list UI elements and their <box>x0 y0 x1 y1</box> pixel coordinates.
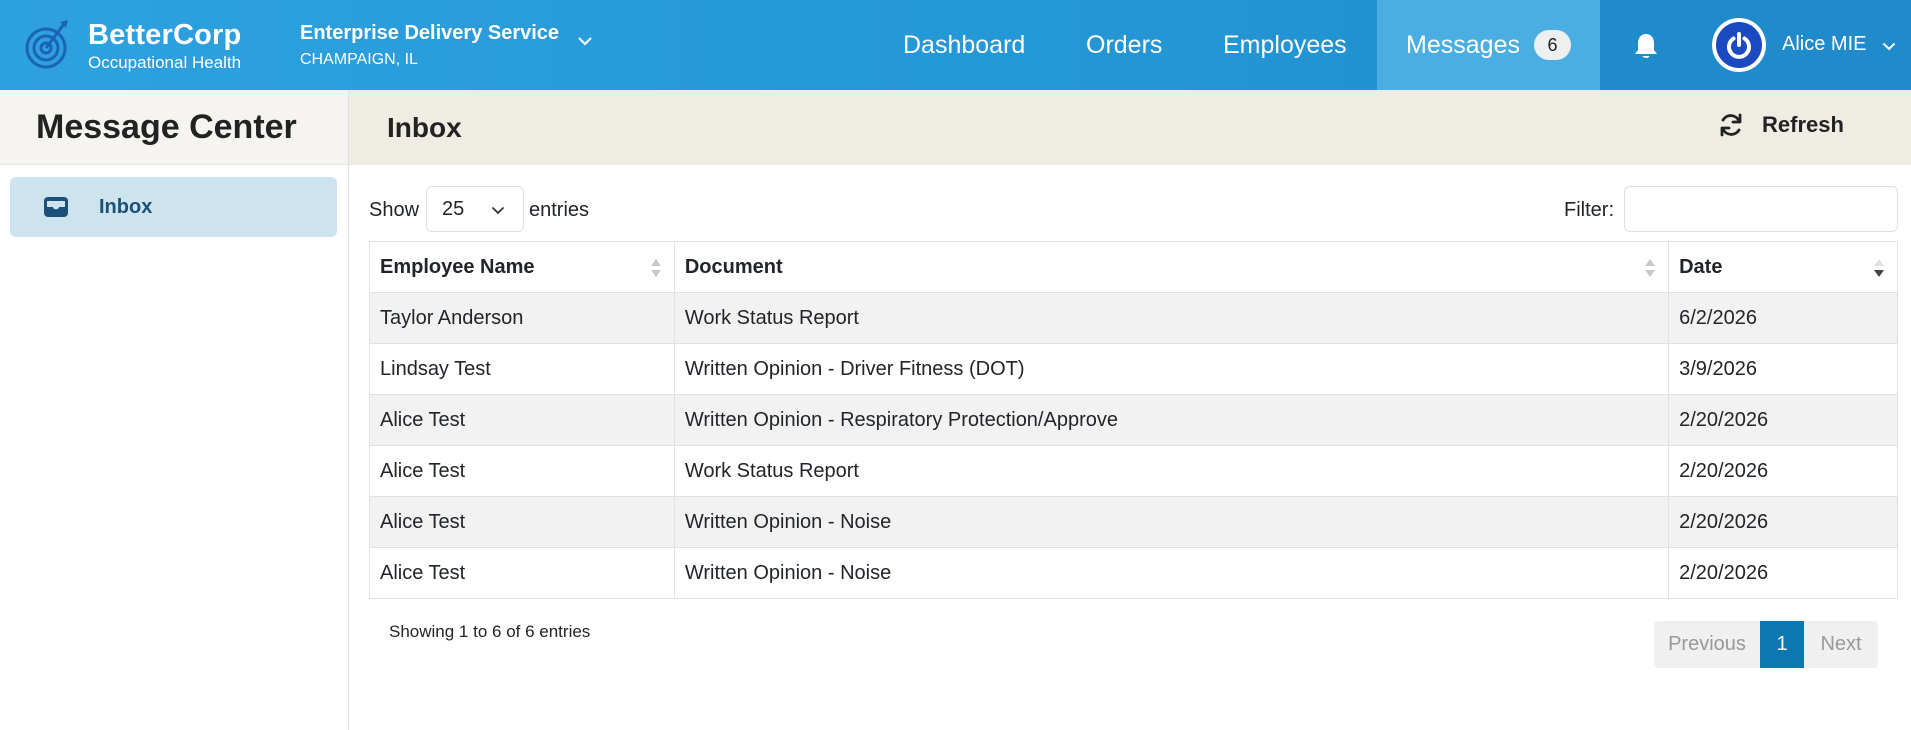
table-controls: Show 25 entries Filter: <box>369 186 1898 232</box>
cell-date: 2/20/2026 <box>1668 394 1898 446</box>
page-length-value: 25 <box>442 197 465 220</box>
entries-label: entries <box>529 199 590 221</box>
pagination-next-button[interactable]: Next <box>1804 621 1878 668</box>
nav-employees[interactable]: Employees <box>1223 0 1347 90</box>
nav-employees-label: Employees <box>1223 30 1347 59</box>
column-header-label: Document <box>684 255 783 278</box>
cell-employee-name: Alice Test <box>369 394 675 446</box>
inbox-icon <box>44 197 68 217</box>
table-row[interactable]: Alice Test Written Opinion - Noise 2/20/… <box>369 496 1898 548</box>
nav-dashboard-label: Dashboard <box>903 30 1026 59</box>
top-navbar: BetterCorp Occupational Health Enterpris… <box>0 0 1911 90</box>
table-row[interactable]: Alice Test Work Status Report 2/20/2026 <box>369 445 1898 497</box>
table-row[interactable]: Lindsay Test Written Opinion - Driver Fi… <box>369 343 1898 395</box>
sidebar-item-inbox[interactable]: Inbox <box>10 177 337 237</box>
column-header-label: Date <box>1679 255 1723 278</box>
cell-date: 3/9/2026 <box>1668 343 1898 395</box>
pagination-previous-button[interactable]: Previous <box>1654 621 1760 668</box>
refresh-button[interactable]: Refresh <box>1718 112 1844 138</box>
cell-document: Work Status Report <box>673 445 1670 497</box>
table-row[interactable]: Alice Test Written Opinion - Noise 2/20/… <box>369 547 1898 599</box>
table-header-row: Employee Name Document Date <box>369 241 1898 293</box>
power-icon <box>1716 22 1762 68</box>
table-row[interactable]: Alice Test Written Opinion - Respiratory… <box>369 394 1898 446</box>
cell-employee-name: Taylor Anderson <box>369 292 675 344</box>
sort-icon <box>650 259 661 277</box>
sort-icon <box>1645 259 1656 277</box>
column-header-label: Employee Name <box>380 255 535 278</box>
cell-date: 6/2/2026 <box>1668 292 1898 344</box>
nav-dashboard[interactable]: Dashboard <box>903 0 1025 90</box>
cell-document: Written Opinion - Noise <box>673 547 1670 599</box>
bettercorp-logo-icon <box>25 20 68 69</box>
cell-employee-name: Alice Test <box>369 547 675 599</box>
avatar[interactable] <box>1712 18 1766 72</box>
sort-descending-icon <box>1874 259 1884 277</box>
chevron-down-icon[interactable] <box>1882 42 1896 51</box>
sidebar-item-label: Inbox <box>99 195 153 218</box>
organization-location: CHAMPAIGN, IL <box>300 51 418 68</box>
filter-label: Filter: <box>1564 199 1614 221</box>
cell-employee-name: Lindsay Test <box>369 343 675 395</box>
messages-table: Employee Name Document Date Taylor Ander <box>369 241 1898 599</box>
nav-orders[interactable]: Orders <box>1086 0 1162 90</box>
page-length-select[interactable]: 25 <box>426 186 524 232</box>
cell-date: 2/20/2026 <box>1668 445 1898 497</box>
cell-date: 2/20/2026 <box>1668 496 1898 548</box>
chevron-down-icon <box>491 206 505 215</box>
nav-orders-label: Orders <box>1086 30 1163 59</box>
pagination: Previous 1 Next <box>1654 621 1878 668</box>
page-title: Inbox <box>387 112 462 143</box>
brand-subtitle: Occupational Health <box>88 53 242 72</box>
column-header-document[interactable]: Document <box>673 241 1670 293</box>
organization-switcher[interactable]: Enterprise Delivery Service CHAMPAIGN, I… <box>300 22 593 69</box>
sidebar: Message Center Inbox <box>0 90 349 730</box>
messages-count-badge: 6 <box>1533 30 1571 60</box>
cell-date: 2/20/2026 <box>1668 547 1898 599</box>
chevron-down-icon <box>578 37 592 46</box>
brand[interactable]: BetterCorp Occupational Health <box>24 18 241 74</box>
column-header-date[interactable]: Date <box>1668 241 1898 293</box>
cell-employee-name: Alice Test <box>369 496 675 548</box>
refresh-icon <box>1720 113 1742 137</box>
refresh-label: Refresh <box>1762 112 1844 137</box>
cell-document: Work Status Report <box>673 292 1670 344</box>
cell-document: Written Opinion - Noise <box>673 496 1670 548</box>
nav-messages-label: Messages <box>1406 30 1520 59</box>
sidebar-title: Message Center <box>36 107 297 146</box>
cell-employee-name: Alice Test <box>369 445 675 497</box>
filter-input[interactable] <box>1624 186 1898 232</box>
bell-icon[interactable] <box>1633 32 1659 60</box>
table-row[interactable]: Taylor Anderson Work Status Report 6/2/2… <box>369 292 1898 344</box>
pagination-page-1[interactable]: 1 <box>1760 621 1804 668</box>
nav-messages[interactable]: Messages 6 <box>1377 0 1600 90</box>
sidebar-header: Message Center <box>0 90 348 165</box>
table-info: Showing 1 to 6 of 6 entries <box>389 622 591 641</box>
organization-name: Enterprise Delivery Service <box>300 22 560 44</box>
column-header-employee-name[interactable]: Employee Name <box>369 241 675 293</box>
cell-document: Written Opinion - Respiratory Protection… <box>673 394 1670 446</box>
user-name[interactable]: Alice MIE <box>1782 33 1866 56</box>
brand-name: BetterCorp <box>88 19 242 51</box>
cell-document: Written Opinion - Driver Fitness (DOT) <box>673 343 1670 395</box>
show-label: Show <box>369 199 420 221</box>
main-header: Inbox Refresh <box>349 90 1911 165</box>
